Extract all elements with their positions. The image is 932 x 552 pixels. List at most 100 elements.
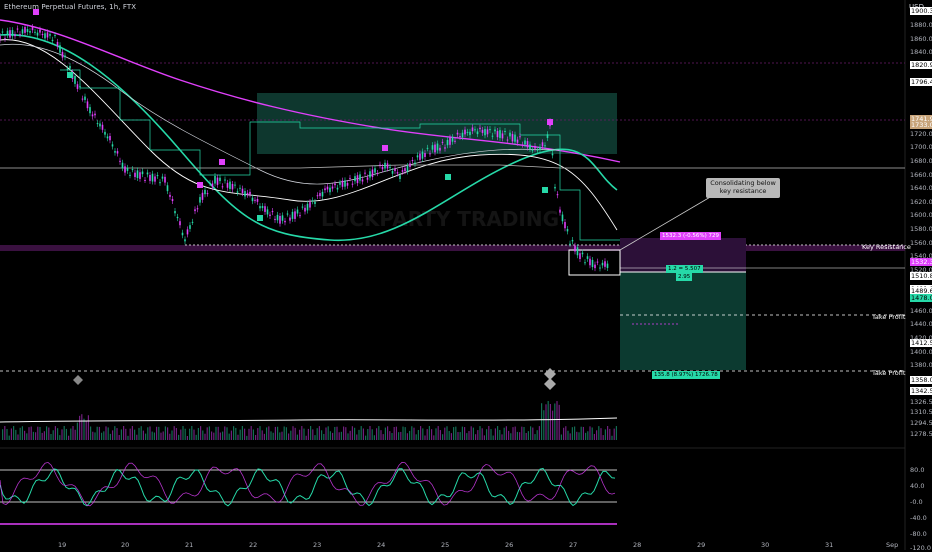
candle-body [476, 131, 479, 135]
volume-bar [37, 426, 39, 440]
date-tick: 25 [441, 541, 450, 549]
volume-bar [285, 427, 287, 440]
volume-bar [382, 434, 384, 440]
candle-body [474, 129, 476, 131]
date-tick: 27 [569, 541, 578, 549]
volume-bar [87, 415, 89, 440]
candle-body [361, 179, 364, 182]
candle-body [364, 172, 366, 174]
candle-body [51, 39, 54, 42]
candle-body [156, 175, 159, 177]
volume-bar [270, 431, 272, 440]
candle-body [251, 197, 254, 202]
volume-bar [129, 428, 131, 440]
signal-marker [197, 182, 203, 188]
candle-body [214, 176, 216, 184]
volume-bar [525, 432, 527, 440]
volume-bar [268, 426, 270, 440]
volume-bar [439, 430, 441, 440]
osc-tick: 80.0 [910, 466, 925, 474]
price-tick: 1310.5 [910, 408, 932, 417]
price-tick: 1520.0 [910, 265, 932, 274]
volume-bar [4, 426, 6, 440]
volume-bar [541, 403, 543, 440]
symbol-title: Ethereum Perpetual Futures, 1h, FTX [4, 3, 137, 11]
volume-bar [173, 426, 175, 440]
candle-body [184, 239, 186, 242]
candle-body [96, 123, 99, 125]
candle-body [189, 225, 191, 229]
signal-marker [67, 72, 73, 78]
volume-bar [310, 426, 312, 440]
candle-body [109, 136, 111, 141]
volume-bar [131, 426, 133, 440]
signal-marker [445, 174, 451, 180]
price-tick: 1600.0 [910, 211, 932, 220]
volume-bar [501, 434, 503, 440]
price-tick: 1900.3 [910, 7, 932, 16]
volume-bar [560, 434, 562, 440]
candle-body [334, 183, 336, 186]
callout-note[interactable]: Consolidating below key resistance [706, 178, 780, 198]
volume-bar [237, 434, 239, 440]
price-tick: 1680.0 [910, 157, 932, 166]
candle-body [424, 153, 426, 157]
volume-bar [68, 435, 70, 440]
volume-bar [292, 426, 294, 440]
candle-body [154, 176, 156, 182]
volume-bar [43, 431, 45, 440]
price-chart[interactable]: LUCKPARTY TRADING [0, 0, 932, 550]
risk-label: 1532.3 (-0.56%) 729 [660, 232, 721, 240]
candle-body [59, 45, 61, 53]
candle-body [246, 192, 249, 195]
volume-bar [156, 426, 158, 440]
candle-body [446, 139, 449, 146]
volume-bar [61, 429, 63, 440]
key-resistance-label: Key Resistance [862, 243, 911, 251]
volume-bar [459, 432, 461, 440]
candle-body [226, 182, 229, 188]
volume-bar [587, 431, 589, 440]
candle-body [466, 131, 469, 133]
volume-bar [365, 435, 367, 440]
volume-bar [442, 434, 444, 440]
candle-body [391, 171, 394, 174]
candle-body [106, 136, 109, 139]
signal-marker [547, 119, 553, 125]
volume-bar [197, 427, 199, 440]
volume-bar [373, 435, 375, 440]
date-tick: 24 [377, 541, 386, 549]
volume-bar [393, 427, 395, 440]
volume-bar [395, 426, 397, 440]
volume-bar [470, 426, 472, 440]
volume-bar [299, 429, 301, 440]
volume-bar [505, 426, 507, 440]
volume-bar [384, 427, 386, 440]
candle-body [266, 209, 269, 215]
candle-body [149, 174, 151, 181]
candle-body [34, 31, 36, 33]
candle-body [234, 184, 236, 186]
price-tick: 1380.0 [910, 361, 932, 370]
candle-body [131, 169, 134, 171]
candle-body [469, 131, 471, 136]
volume-bar [585, 432, 587, 440]
candle-body [46, 32, 49, 38]
candle-body [4, 38, 6, 40]
volume-bar [136, 434, 138, 440]
volume-bar [499, 429, 501, 440]
candle-body [399, 175, 401, 179]
price-tick: 1294.5 [910, 419, 932, 428]
volume-bar [455, 426, 457, 440]
volume-bar [96, 426, 98, 440]
candle-body [241, 188, 244, 194]
volume-bar [13, 426, 15, 440]
volume-bar [158, 426, 160, 440]
volume-bar [35, 432, 37, 440]
volume-bar [142, 430, 144, 440]
candle-body [186, 229, 189, 235]
volume-bar [162, 431, 164, 440]
volume-bar [604, 429, 606, 440]
volume-bar [41, 432, 43, 440]
watermark: LUCKPARTY TRADING [321, 207, 559, 231]
